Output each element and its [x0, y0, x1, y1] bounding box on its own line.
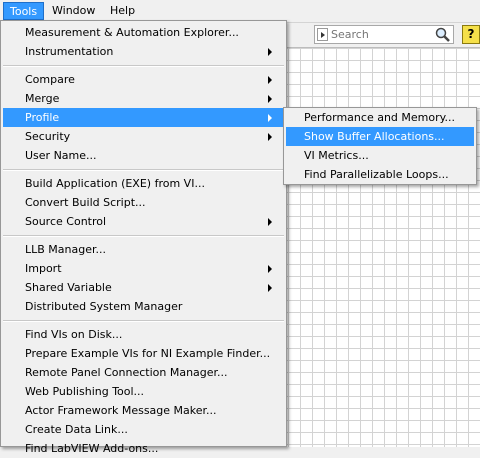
- profile-submenu: Performance and Memory... Show Buffer Al…: [283, 107, 477, 185]
- menu-separator: [3, 169, 284, 171]
- search-box: [314, 25, 454, 44]
- magnifier-icon[interactable]: [433, 27, 452, 42]
- menu-item-label: Compare: [25, 73, 75, 86]
- menu-item-find-vis-on-disk[interactable]: Find VIs on Disk...: [3, 325, 284, 344]
- menu-item-label: User Name...: [25, 149, 97, 162]
- menu-separator: [3, 65, 284, 67]
- menu-item-vi-metrics[interactable]: VI Metrics...: [286, 146, 474, 165]
- menu-item-build-application[interactable]: Build Application (EXE) from VI...: [3, 174, 284, 193]
- search-dropdown-icon[interactable]: [317, 28, 328, 41]
- menu-item-label: Create Data Link...: [25, 423, 128, 436]
- menu-item-label: Find VIs on Disk...: [25, 328, 123, 341]
- submenu-arrow-icon: [268, 76, 272, 84]
- menu-item-label: Profile: [25, 111, 60, 124]
- menu-item-performance-and-memory[interactable]: Performance and Memory...: [286, 108, 474, 127]
- submenu-arrow-icon: [268, 284, 272, 292]
- submenu-arrow-icon: [268, 48, 272, 56]
- menu-item-user-name[interactable]: User Name...: [3, 146, 284, 165]
- menu-item-label: Convert Build Script...: [25, 196, 146, 209]
- menu-window[interactable]: Window: [46, 2, 101, 20]
- menu-item-label: Web Publishing Tool...: [25, 385, 145, 398]
- menu-item-measurement-automation-explorer[interactable]: Measurement & Automation Explorer...: [3, 23, 284, 42]
- menu-item-find-parallelizable-loops[interactable]: Find Parallelizable Loops...: [286, 165, 474, 184]
- menu-item-label: Instrumentation: [25, 45, 114, 58]
- menu-item-label: Performance and Memory...: [304, 111, 456, 124]
- menu-item-label: Prepare Example VIs for NI Example Finde…: [25, 347, 271, 360]
- menu-item-instrumentation[interactable]: Instrumentation: [3, 42, 284, 61]
- menu-tools[interactable]: Tools: [3, 2, 45, 20]
- menu-item-show-buffer-allocations[interactable]: Show Buffer Allocations...: [286, 127, 474, 146]
- menu-item-label: Merge: [25, 92, 60, 105]
- menu-item-distributed-system-manager[interactable]: Distributed System Manager: [3, 297, 284, 316]
- menu-item-web-publishing-tool[interactable]: Web Publishing Tool...: [3, 382, 284, 401]
- tools-menu: Measurement & Automation Explorer... Ins…: [0, 20, 287, 455]
- menu-item-convert-build-script[interactable]: Convert Build Script...: [3, 193, 284, 212]
- menu-item-actor-framework-message-maker[interactable]: Actor Framework Message Maker...: [3, 401, 284, 420]
- menu-separator: [3, 320, 284, 322]
- menu-item-label: Remote Panel Connection Manager...: [25, 366, 228, 379]
- submenu-arrow-icon: [268, 114, 272, 122]
- menu-item-label: Actor Framework Message Maker...: [25, 404, 217, 417]
- menu-item-label: LLB Manager...: [25, 243, 106, 256]
- menu-separator: [3, 235, 284, 237]
- submenu-arrow-icon: [268, 265, 272, 273]
- menu-item-llb-manager[interactable]: LLB Manager...: [3, 240, 284, 259]
- menu-item-compare[interactable]: Compare: [3, 70, 284, 89]
- menu-item-create-data-link[interactable]: Create Data Link...: [3, 420, 284, 439]
- menu-item-label: Import: [25, 262, 62, 275]
- menu-item-label: Show Buffer Allocations...: [304, 130, 445, 143]
- menu-item-prepare-example-vis[interactable]: Prepare Example VIs for NI Example Finde…: [3, 344, 284, 363]
- menu-item-profile[interactable]: Profile: [3, 108, 284, 127]
- menu-item-label: Build Application (EXE) from VI...: [25, 177, 205, 190]
- menu-item-find-labview-add-ons[interactable]: Find LabVIEW Add-ons...: [3, 439, 284, 458]
- search-input[interactable]: [331, 26, 426, 43]
- menu-item-label: Shared Variable: [25, 281, 112, 294]
- menu-item-remote-panel-connection-manager[interactable]: Remote Panel Connection Manager...: [3, 363, 284, 382]
- menu-item-merge[interactable]: Merge: [3, 89, 284, 108]
- submenu-arrow-icon: [268, 95, 272, 103]
- menu-item-shared-variable[interactable]: Shared Variable: [3, 278, 284, 297]
- menu-item-label: VI Metrics...: [304, 149, 369, 162]
- menu-item-label: Security: [25, 130, 71, 143]
- submenu-arrow-icon: [268, 133, 272, 141]
- menu-item-security[interactable]: Security: [3, 127, 284, 146]
- menu-item-label: Measurement & Automation Explorer...: [25, 26, 239, 39]
- menu-item-label: Find LabVIEW Add-ons...: [25, 442, 159, 455]
- menu-item-label: Source Control: [25, 215, 107, 228]
- help-icon[interactable]: ?: [462, 25, 480, 44]
- menu-item-source-control[interactable]: Source Control: [3, 212, 284, 231]
- submenu-arrow-icon: [268, 218, 272, 226]
- menu-item-label: Distributed System Manager: [25, 300, 183, 313]
- menu-help[interactable]: Help: [104, 2, 141, 20]
- menu-item-label: Find Parallelizable Loops...: [304, 168, 449, 181]
- menu-item-import[interactable]: Import: [3, 259, 284, 278]
